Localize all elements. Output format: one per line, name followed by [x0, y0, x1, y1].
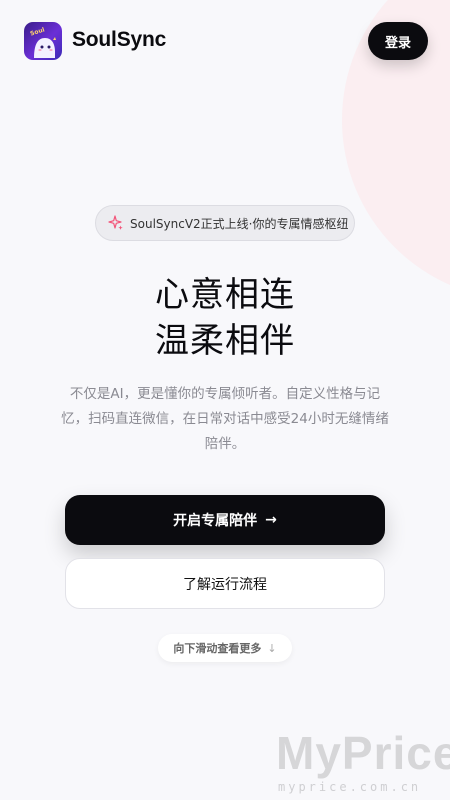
release-badge[interactable]: SoulSyncV2正式上线·你的专属情感枢纽: [95, 205, 355, 241]
header: Soul SoulSync 登录: [0, 0, 450, 80]
headline-line-1: 心意相连: [155, 275, 295, 315]
svg-text:Soul: Soul: [29, 26, 45, 37]
hero-headline: 心意相连 温柔相伴: [0, 272, 450, 364]
hero-subtitle: 不仅是AI，更是懂你的专属倾听者。自定义性格与记忆，扫码直连微信，在日常对话中感…: [61, 386, 389, 452]
arrow-down-icon: ↓: [267, 641, 277, 655]
start-companion-label: 开启专属陪伴: [173, 513, 258, 529]
login-button[interactable]: 登录: [368, 22, 428, 60]
watermark-logo: MyPrice: [276, 727, 450, 779]
arrow-right-icon: →: [265, 512, 277, 528]
start-companion-button[interactable]: 开启专属陪伴 →: [65, 495, 385, 545]
sparkle-icon: [108, 215, 124, 231]
learn-process-button[interactable]: 了解运行流程: [65, 558, 385, 609]
headline-line-2: 温柔相伴: [155, 321, 295, 361]
scroll-hint-label: 向下滑动查看更多: [173, 642, 262, 655]
scroll-hint[interactable]: 向下滑动查看更多 ↓: [158, 634, 292, 662]
watermark-url: myprice.com.cn: [278, 780, 422, 794]
landing-page: Soul SoulSync 登录 SoulSyncV2正式上线·你的专属情感枢纽…: [0, 0, 450, 800]
brand-name: SoulSync: [72, 28, 167, 51]
badge-text: SoulSyncV2正式上线·你的专属情感枢纽: [130, 216, 349, 231]
ghost-mascot-icon[interactable]: Soul: [24, 22, 62, 60]
